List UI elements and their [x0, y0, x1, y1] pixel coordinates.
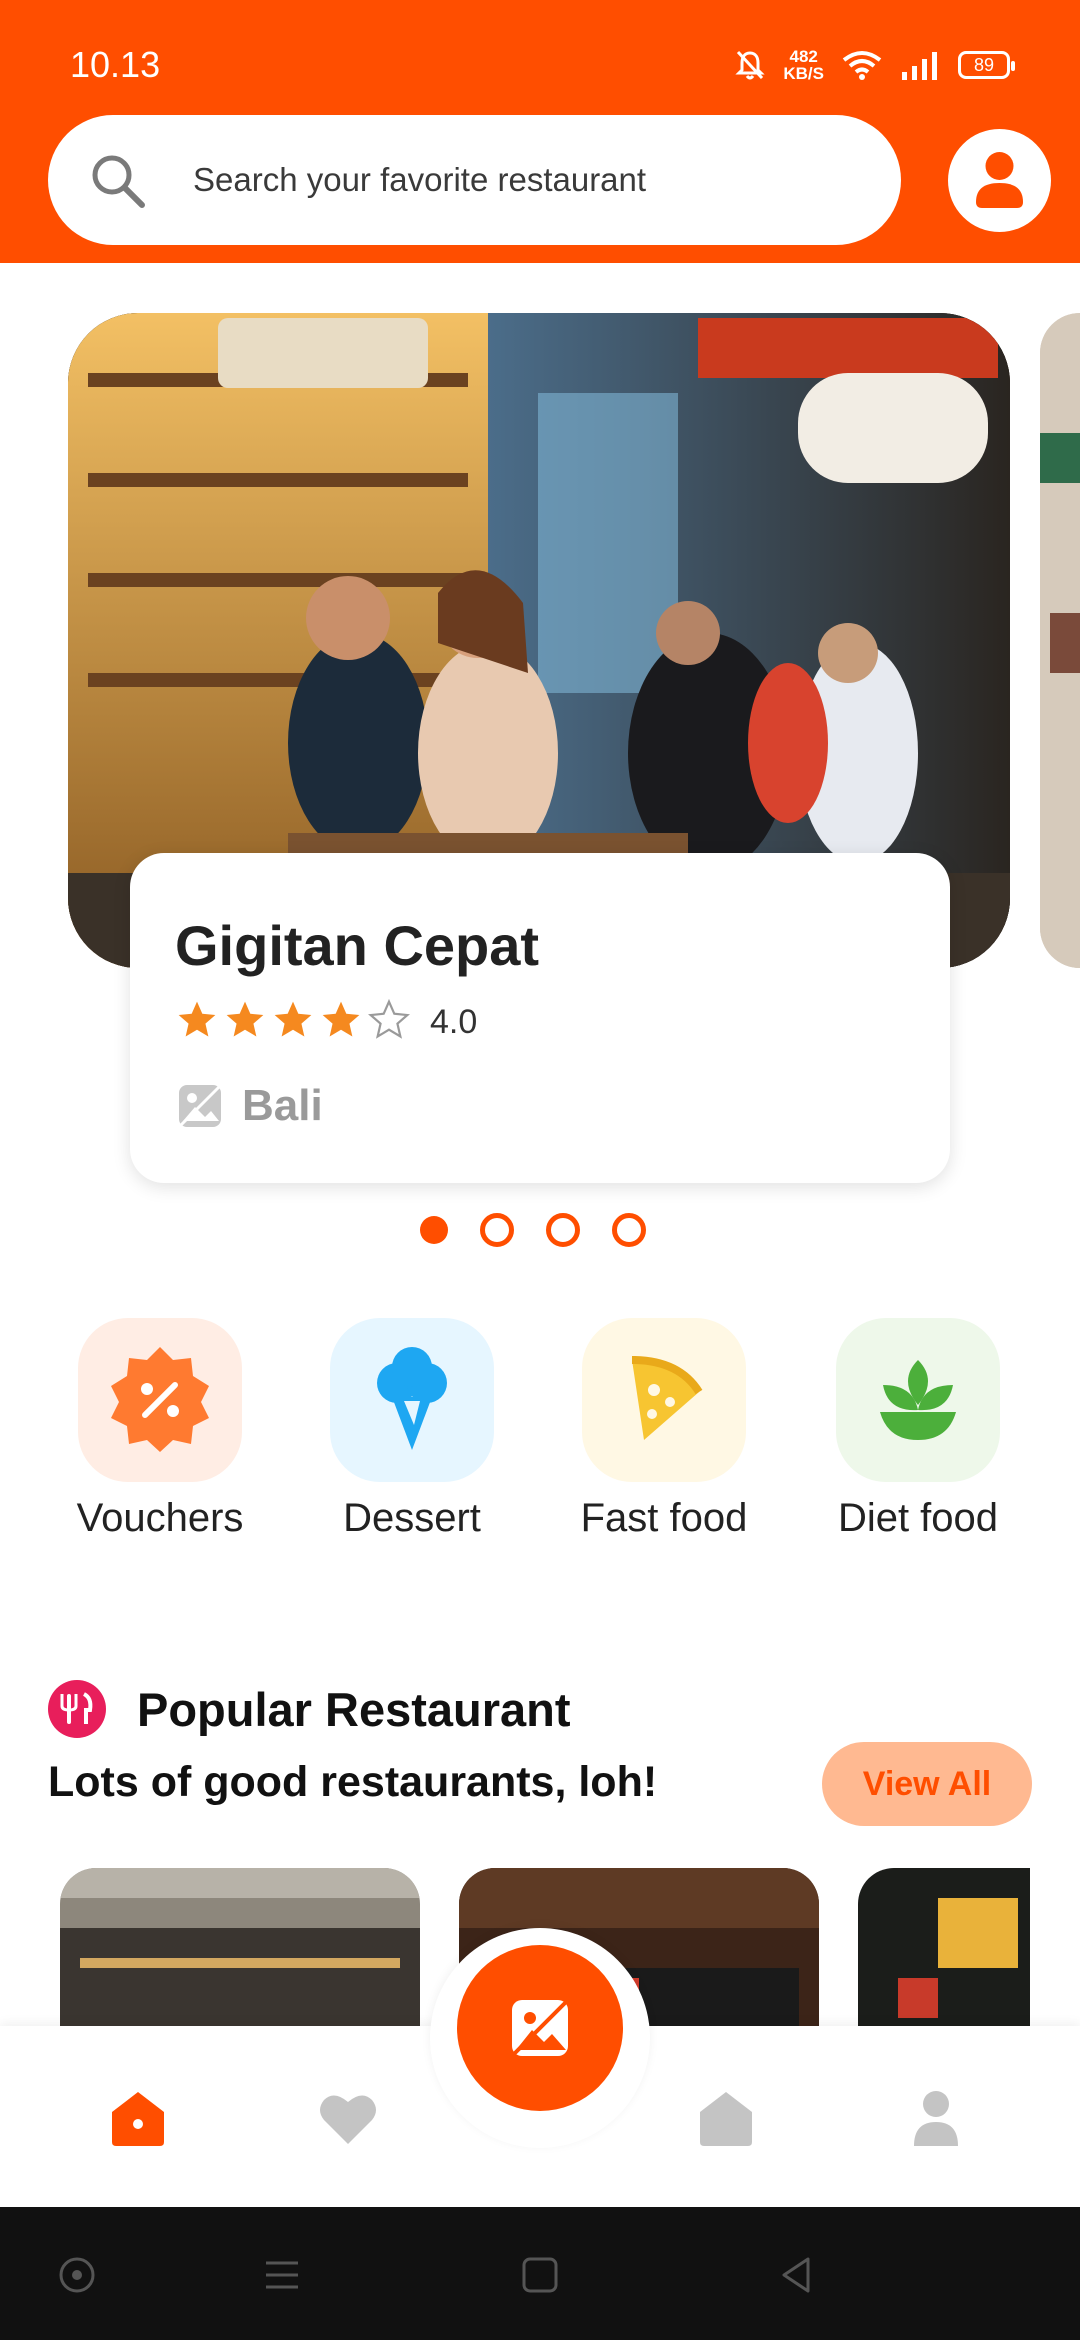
star-filled-icon: [226, 1001, 264, 1037]
category-label: Diet food: [837, 1496, 999, 1540]
home-square-icon[interactable]: [520, 2255, 560, 2295]
leaf-plant-icon: [836, 1318, 1000, 1482]
category-dessert[interactable]: Dessert: [312, 1318, 512, 1541]
house-icon: [700, 2092, 752, 2146]
voucher-badge-icon: [78, 1318, 242, 1482]
status-time: 10.13: [70, 44, 161, 85]
profile-avatar-button[interactable]: [948, 129, 1051, 232]
view-all-button[interactable]: View All: [822, 1742, 1032, 1826]
user-icon: [976, 152, 1023, 208]
pizza-slice-icon: [582, 1318, 746, 1482]
featured-carousel[interactable]: Gigitan Cepat 4.0 Bali: [0, 263, 1080, 1253]
menu-icon[interactable]: [262, 2255, 302, 2295]
category-label: Fast food: [580, 1496, 748, 1540]
ice-cream-icon: [330, 1318, 494, 1482]
carousel-dot[interactable]: [480, 1213, 514, 1247]
category-diet-food[interactable]: Diet food: [818, 1318, 1018, 1541]
nav-profile[interactable]: [904, 2086, 968, 2150]
net-speed: 482 KB/S: [783, 48, 824, 82]
search-input[interactable]: Search your favorite restaurant: [48, 115, 901, 245]
image-placeholder-icon: [179, 1085, 221, 1127]
heart-icon: [320, 2095, 376, 2144]
app-header: 10.13 482 KB/S 89 Search your favorite r…: [0, 0, 1080, 263]
status-bar: 10.13 482 KB/S 89: [0, 0, 1080, 110]
nav-restaurants[interactable]: [694, 2086, 758, 2150]
home-icon: [112, 2092, 164, 2146]
star-filled-icon: [178, 1001, 216, 1037]
restaurant-name: Gigitan Cepat: [175, 914, 540, 977]
category-row: Vouchers Dessert Fast food Diet food: [0, 1318, 1080, 1558]
nav-favorites[interactable]: [316, 2086, 380, 2150]
section-title: Popular Restaurant: [137, 1683, 571, 1736]
carousel-dot-active[interactable]: [420, 1216, 448, 1244]
category-fast-food[interactable]: Fast food: [564, 1318, 764, 1541]
restaurant-thumbnail[interactable]: [858, 1868, 1030, 2028]
status-icons: 482 KB/S 89: [735, 40, 1015, 90]
category-label: Dessert: [343, 1496, 481, 1540]
restaurant-photo: [60, 1868, 420, 2028]
carousel-pagination: [420, 1213, 646, 1247]
search-placeholder: Search your favorite restaurant: [193, 161, 647, 198]
net-speed-unit: KB/S: [783, 64, 824, 83]
carousel-dot[interactable]: [546, 1213, 580, 1247]
section-subtitle: Lots of good restaurants, loh!: [48, 1758, 658, 1806]
center-action-button[interactable]: [457, 1945, 623, 2111]
signal-icon: [902, 52, 937, 80]
star-empty-icon: [368, 998, 410, 1039]
battery-indicator: 89: [958, 51, 1015, 79]
next-slide-peek[interactable]: [1040, 313, 1080, 968]
rating-stars: [175, 998, 411, 1042]
assistant-icon[interactable]: [57, 2255, 97, 2295]
nav-home[interactable]: [106, 2086, 170, 2150]
search-icon: [92, 155, 145, 208]
star-filled-icon: [322, 1001, 360, 1037]
category-label: Vouchers: [76, 1496, 244, 1540]
image-fab-icon: [512, 2000, 568, 2056]
back-icon[interactable]: [776, 2255, 816, 2295]
profile-icon: [914, 2091, 958, 2146]
category-vouchers[interactable]: Vouchers: [60, 1318, 260, 1541]
restaurant-photo: [858, 1868, 1030, 2028]
star-filled-icon: [274, 1001, 312, 1037]
bell-muted-icon: [735, 50, 765, 80]
next-slide-image: [1040, 313, 1080, 968]
wifi-icon: [842, 51, 882, 80]
restaurant-location: Bali: [242, 1081, 323, 1130]
restaurant-thumbnail[interactable]: [60, 1868, 420, 2028]
fork-knife-icon: [48, 1680, 106, 1738]
carousel-dot[interactable]: [612, 1213, 646, 1247]
net-speed-value: 482: [789, 47, 818, 66]
system-navigation-bar: [0, 2207, 1080, 2340]
rating-value: 4.0: [430, 1003, 478, 1041]
featured-restaurant-card[interactable]: Gigitan Cepat 4.0 Bali: [130, 853, 950, 1183]
